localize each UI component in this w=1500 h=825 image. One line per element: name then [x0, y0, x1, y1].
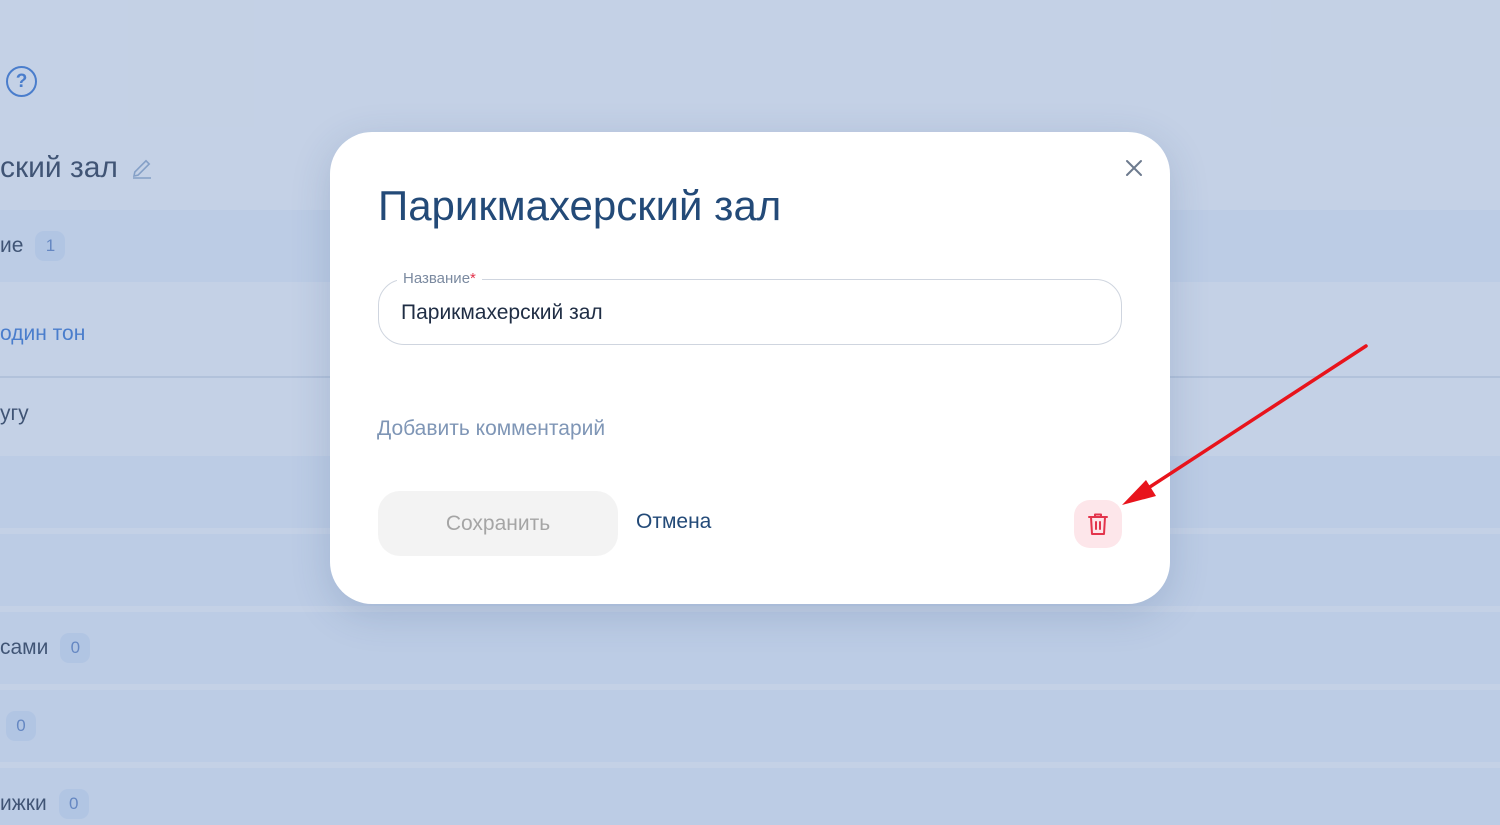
- cancel-button[interactable]: Отмена: [636, 510, 711, 534]
- delete-button[interactable]: [1074, 500, 1122, 548]
- edit-room-dialog: Парикмахерский зал Название* Добавить ко…: [330, 132, 1170, 604]
- required-mark: *: [470, 270, 476, 287]
- add-comment-link[interactable]: Добавить комментарий: [377, 417, 605, 441]
- close-button[interactable]: [1120, 154, 1148, 182]
- trash-icon: [1088, 513, 1108, 535]
- name-input[interactable]: [401, 298, 1101, 328]
- save-button[interactable]: Сохранить: [378, 491, 618, 556]
- dialog-title: Парикмахерский зал: [378, 182, 782, 229]
- close-icon: [1126, 160, 1142, 176]
- name-field[interactable]: Название*: [378, 270, 1122, 345]
- name-field-label: Название*: [397, 270, 482, 287]
